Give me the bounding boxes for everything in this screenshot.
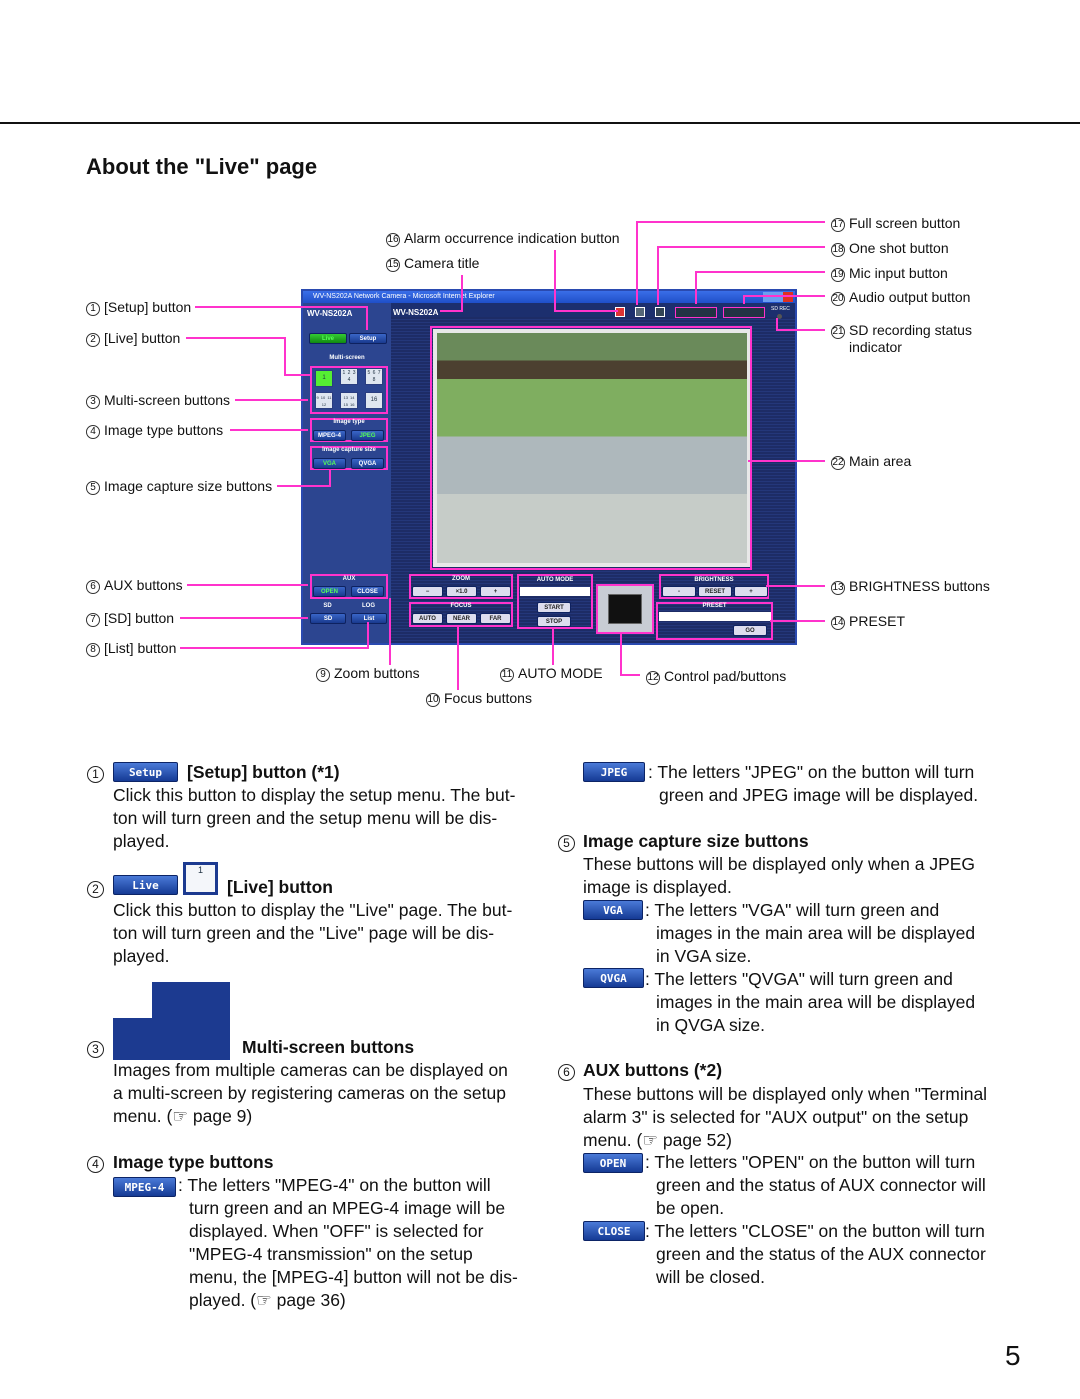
callout-camera-title: 15 Camera title — [386, 255, 480, 272]
section-2-number: 2 — [87, 876, 104, 899]
callout-aux: 6 AUX buttons — [86, 577, 183, 594]
jpeg-button-image: JPEG — [583, 762, 645, 782]
multiscreen-buttons-image-top — [152, 982, 230, 1018]
page-number: 5 — [1005, 1340, 1021, 1371]
section-5-body: These buttons will be displayed only whe… — [583, 854, 976, 897]
line-capture-size — [277, 470, 331, 487]
line-setup — [195, 306, 368, 330]
callout-list: 8 [List] button — [86, 640, 176, 657]
callout-brightness: 13 BRIGHTNESS buttons — [831, 578, 990, 595]
callout-focus: 10 Focus buttons — [426, 690, 532, 707]
open-button-image: OPEN — [583, 1153, 643, 1173]
callout-auto-mode: 11 AUTO MODE — [500, 665, 603, 682]
line-fullscreen — [636, 221, 825, 305]
line-control — [620, 633, 640, 676]
section-2-heading: [Live] button — [227, 877, 333, 897]
callout-mic: 19 Mic input button — [831, 265, 948, 282]
section-5-number: 5 — [558, 830, 575, 853]
callout-setup: 1 [Setup] button — [86, 299, 191, 316]
line-camera-title — [440, 275, 463, 312]
section-5-heading: Image capture size buttons — [583, 831, 809, 851]
qvga-body: : The letters "QVGA" will turn green and… — [645, 969, 976, 1035]
live-button-image: Live — [113, 875, 178, 895]
vga-button-image: VGA — [583, 900, 643, 920]
line-sd-rec — [776, 318, 825, 331]
section-2-body: Click this button to display the "Live" … — [113, 900, 513, 966]
callout-multiscreen: 3 Multi-screen buttons — [86, 392, 230, 409]
section-3-body: Images from multiple cameras can be disp… — [113, 1060, 508, 1126]
close-body: : The letters "CLOSE" on the button will… — [645, 1221, 986, 1287]
line-alarm — [554, 250, 618, 312]
callout-preset: 14 PRESET — [831, 613, 906, 630]
section-3-number: 3 — [87, 1036, 104, 1059]
section-1-body: Click this button to display the setup m… — [113, 785, 516, 851]
callout-zoom: 9 Zoom buttons — [316, 665, 420, 682]
vga-body: : The letters "VGA" will turn green and i… — [645, 900, 976, 966]
section-4-heading: Image type buttons — [113, 1152, 274, 1172]
callout-capture-size: 5 Image capture size buttons — [86, 478, 272, 495]
section-4-body: : The letters "MPEG-4" on the button wil… — [178, 1175, 518, 1310]
section-1-heading: [Setup] button (*1) — [187, 762, 340, 782]
callout-oneshot: 18 One shot button — [831, 240, 949, 257]
section-1-number: 1 — [87, 761, 104, 784]
line-audio — [743, 295, 825, 304]
callout-image-type: 4 Image type buttons — [86, 422, 223, 439]
qvga-button-image: QVGA — [583, 968, 644, 988]
close-button-image: CLOSE — [583, 1221, 645, 1241]
setup-button-image: Setup — [113, 762, 178, 782]
line-mic — [695, 271, 825, 304]
section-6-number: 6 — [558, 1059, 575, 1082]
section-6-heading: AUX buttons (*2) — [583, 1060, 723, 1080]
mpeg4-button-image: MPEG-4 — [113, 1177, 176, 1197]
line-list — [180, 622, 369, 649]
section-6-body: These buttons will be displayed only whe… — [583, 1084, 988, 1150]
single-screen-button-image: 1 — [183, 862, 218, 895]
callout-control-pad: 12 Control pad/buttons — [646, 668, 787, 685]
callout-live: 2 [Live] button — [86, 330, 180, 347]
open-body: : The letters "OPEN" on the button will … — [645, 1152, 986, 1218]
callout-audio: 20 Audio output button — [831, 289, 971, 306]
jpeg-body: : The letters "JPEG" on the button will … — [648, 762, 979, 805]
callout-fullscreen: 17 Full screen button — [831, 215, 961, 232]
line-live — [186, 337, 310, 376]
callout-sd-rec: 21 SD recording status indicator — [831, 322, 972, 355]
section-4-number: 4 — [87, 1151, 104, 1174]
callout-main-area: 22 Main area — [831, 453, 912, 470]
multiscreen-buttons-image-bottom — [113, 1018, 230, 1060]
section-3-heading: Multi-screen buttons — [242, 1037, 415, 1057]
callout-sd: 7 [SD] button — [86, 610, 174, 627]
callout-alarm: 16 Alarm occurrence indication button — [386, 230, 620, 247]
